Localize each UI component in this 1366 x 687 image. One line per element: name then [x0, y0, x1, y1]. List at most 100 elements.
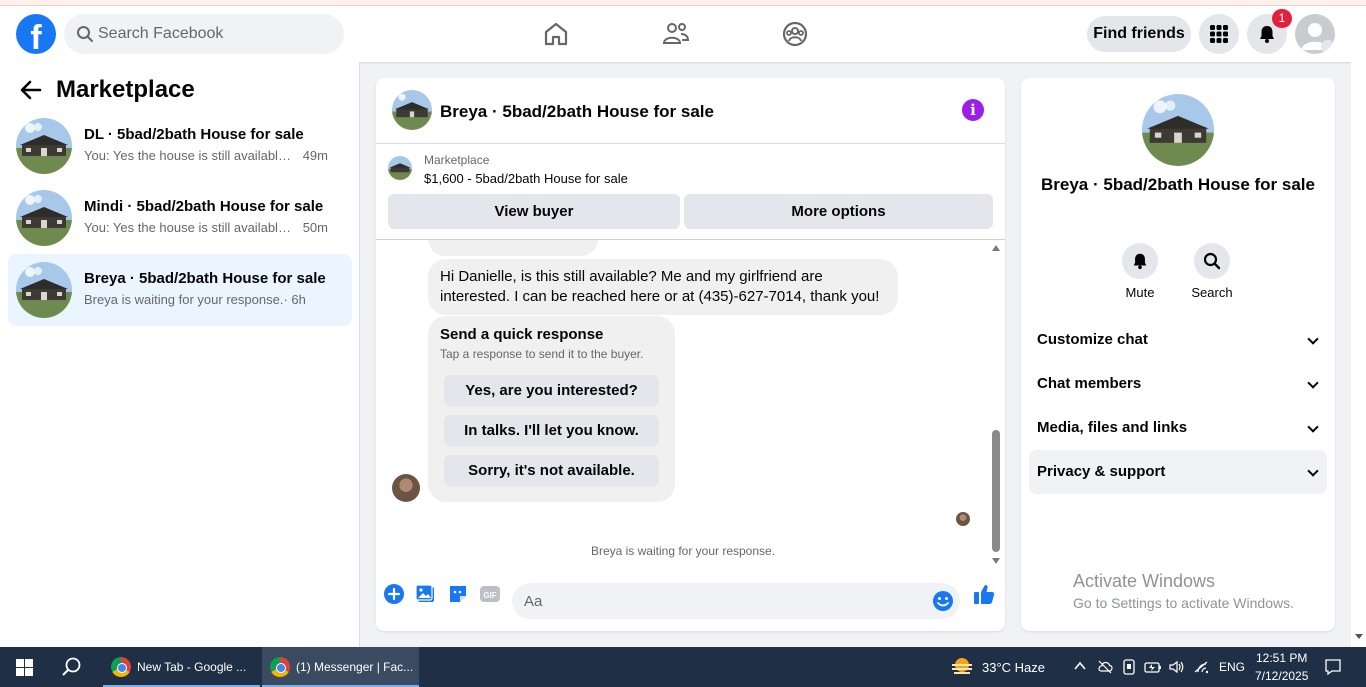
mute-action[interactable]: Mute	[1110, 243, 1170, 300]
privacy-support-section[interactable]: Privacy & support	[1029, 450, 1327, 494]
weather-text[interactable]: 33°C Haze	[982, 660, 1045, 675]
taskbar-app-chrome-newtab[interactable]: New Tab - Google ...	[103, 647, 260, 687]
search-box[interactable]	[64, 14, 344, 54]
page-scrollbar[interactable]	[1351, 62, 1366, 647]
battery-icon[interactable]	[1144, 659, 1162, 675]
chevron-up-icon[interactable]	[1074, 661, 1086, 671]
details-title: Breya · 5bad/2bath House for sale	[1041, 175, 1315, 194]
marketplace-inbox-sidebar: Marketplace DL · 5bad/2bath House for sa…	[0, 62, 360, 647]
thumbs-up-icon[interactable]	[972, 582, 996, 606]
back-arrow-icon[interactable]	[20, 80, 42, 100]
conversation-title: Breya · 5bad/2bath House for sale	[84, 270, 326, 287]
sticker-icon[interactable]	[447, 583, 469, 605]
message-bubble[interactable]: Hi Danielle, is this still available? Me…	[428, 259, 898, 315]
listing-thumbnail-large[interactable]	[1142, 94, 1214, 166]
clock-date[interactable]: 7/12/2025	[1255, 669, 1308, 683]
page-title: Marketplace	[56, 76, 195, 103]
quick-response-title: Send a quick response	[440, 326, 604, 343]
conversation-item-active[interactable]: Breya · 5bad/2bath House for sale Breya …	[8, 254, 352, 326]
waiting-status: Breya is waiting for your response.	[590, 544, 776, 558]
view-buyer-button[interactable]: View buyer	[388, 194, 680, 229]
conversation-preview: You: Yes the house is still available f.…	[84, 220, 296, 235]
windows-start-icon[interactable]	[16, 659, 33, 676]
quick-response-card: Send a quick response Tap a response to …	[428, 316, 675, 502]
groups-icon[interactable]	[779, 18, 811, 50]
taskbar-search-icon[interactable]	[61, 656, 83, 678]
listing-thumbnail	[16, 118, 72, 174]
photo-icon[interactable]	[415, 583, 437, 605]
chevron-down-icon	[1307, 421, 1319, 433]
conversation-item[interactable]: Mindi · 5bad/2bath House for sale You: Y…	[8, 182, 352, 254]
top-navigation-bar: f Find friends 1	[0, 6, 1366, 62]
search-icon	[77, 26, 93, 42]
listing-thumbnail[interactable]	[392, 90, 432, 130]
emoji-icon[interactable]	[932, 590, 954, 612]
cloud-offline-icon[interactable]	[1097, 659, 1113, 675]
message-input-box[interactable]	[512, 583, 960, 619]
chat-members-section[interactable]: Chat members	[1029, 362, 1327, 406]
home-icon[interactable]	[540, 18, 572, 50]
chat-panel: Breya · 5bad/2bath House for sale i Mark…	[376, 78, 1005, 631]
haze-weather-icon[interactable]	[950, 657, 974, 677]
bell-icon	[1133, 253, 1147, 270]
windows-taskbar: New Tab - Google ... (1) Messenger | Fac…	[0, 647, 1366, 687]
customize-chat-section[interactable]: Customize chat	[1029, 318, 1327, 362]
menu-button[interactable]	[1199, 14, 1239, 54]
search-action[interactable]: Search	[1182, 243, 1242, 300]
listing-thumbnail	[16, 190, 72, 246]
conversation-title: DL · 5bad/2bath House for sale	[84, 126, 304, 143]
language-indicator[interactable]: ENG	[1219, 660, 1245, 674]
notification-badge: 1	[1272, 9, 1292, 28]
info-icon[interactable]: i	[962, 99, 984, 121]
chat-header: Breya · 5bad/2bath House for sale i	[376, 78, 1005, 144]
conversation-title: Mindi · 5bad/2bath House for sale	[84, 198, 324, 215]
conversation-item[interactable]: DL · 5bad/2bath House for sale You: Yes …	[8, 110, 352, 182]
message-scrollbar[interactable]	[990, 240, 1002, 570]
friends-icon[interactable]	[660, 18, 692, 50]
message-bubble-partial	[428, 240, 598, 256]
search-icon	[1203, 252, 1221, 270]
profile-avatar[interactable]	[1295, 14, 1335, 54]
marketplace-label: Marketplace	[424, 153, 490, 167]
conversation-time: 49m	[302, 148, 328, 163]
search-input[interactable]	[98, 14, 334, 54]
plus-circle-icon[interactable]	[383, 583, 405, 605]
chevron-down-icon	[1307, 377, 1319, 389]
message-list[interactable]: Hi Danielle, is this still available? Me…	[376, 240, 1005, 570]
quick-response-button[interactable]: In talks. I'll let you know.	[444, 415, 659, 446]
conversation-time: · 6h	[283, 292, 306, 307]
chevron-down-icon	[1321, 40, 1335, 54]
marketplace-listing-bar: Marketplace $1,600 - 5bad/2bath House fo…	[376, 144, 1005, 240]
quick-response-subtitle: Tap a response to send it to the buyer.	[440, 347, 644, 361]
scroll-down-arrow-icon[interactable]	[992, 558, 1000, 564]
conversation-preview: You: Yes the house is still available f.…	[84, 148, 296, 163]
taskbar-app-chrome-messenger[interactable]: (1) Messenger | Fac...	[262, 647, 419, 687]
scroll-down-arrow-icon[interactable]	[1355, 634, 1363, 639]
listing-thumbnail	[388, 156, 412, 180]
volume-icon[interactable]	[1168, 659, 1186, 675]
gif-icon[interactable]: GIF	[479, 583, 501, 605]
conversation-preview: Breya is waiting for your response.	[84, 292, 284, 307]
find-friends-button[interactable]: Find friends	[1087, 16, 1191, 52]
notification-center-icon[interactable]	[1324, 658, 1342, 676]
more-options-button[interactable]: More options	[684, 194, 993, 229]
wifi-icon[interactable]	[1194, 660, 1210, 674]
device-icon[interactable]	[1122, 658, 1136, 676]
listing-price-title[interactable]: $1,600 - 5bad/2bath House for sale	[424, 171, 628, 186]
scrollbar-thumb[interactable]	[992, 430, 1000, 552]
clock-time[interactable]: 12:51 PM	[1256, 651, 1307, 665]
quick-response-button[interactable]: Yes, are you interested?	[444, 375, 659, 406]
quick-response-button[interactable]: Sorry, it's not available.	[444, 455, 659, 486]
chrome-icon	[111, 657, 131, 677]
chrome-icon	[270, 657, 290, 677]
mute-label: Mute	[1125, 285, 1155, 300]
media-files-links-section[interactable]: Media, files and links	[1029, 406, 1327, 450]
facebook-logo[interactable]: f	[16, 14, 56, 54]
svg-text:GIF: GIF	[483, 591, 496, 600]
message-input[interactable]	[524, 583, 924, 619]
scroll-up-arrow-icon[interactable]	[992, 245, 1000, 251]
chat-title[interactable]: Breya · 5bad/2bath House for sale	[440, 102, 714, 122]
activate-windows-watermark: Activate Windows Go to Settings to activ…	[1073, 571, 1294, 611]
seen-indicator-avatar	[956, 512, 970, 526]
sender-avatar[interactable]	[392, 474, 420, 502]
